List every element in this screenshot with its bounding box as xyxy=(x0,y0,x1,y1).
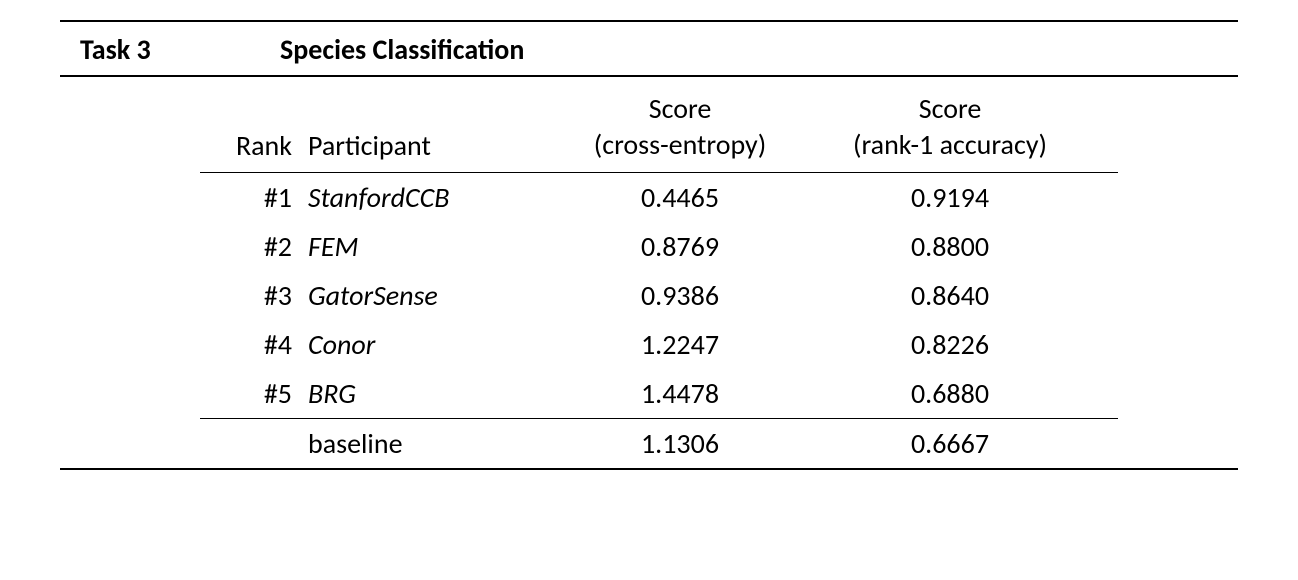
table-row: #4 Conor 1.2247 0.8226 xyxy=(200,320,1118,369)
rank-cell: #1 xyxy=(200,180,300,215)
rank-cell xyxy=(200,426,300,461)
cross-entropy-cell: 1.1306 xyxy=(550,426,810,461)
results-table: Task 3 Species Classification Rank Parti… xyxy=(60,20,1238,470)
header-score2-bottom: (rank-1 accuracy) xyxy=(853,127,1047,163)
header-score-cross-entropy: Score (cross-entropy) xyxy=(550,91,810,164)
rank-cell: #3 xyxy=(200,278,300,313)
participant-cell: Conor xyxy=(300,327,550,362)
participant-cell: GatorSense xyxy=(300,278,550,313)
header-score1-bottom: (cross-entropy) xyxy=(594,127,766,163)
baseline-row: baseline 1.1306 0.6667 xyxy=(200,418,1118,468)
rank1-accuracy-cell: 0.8640 xyxy=(810,278,1090,313)
participant-cell: StanfordCCB xyxy=(300,180,550,215)
rank1-accuracy-cell: 0.6880 xyxy=(810,376,1090,411)
rank1-accuracy-cell: 0.8226 xyxy=(810,327,1090,362)
cross-entropy-cell: 1.4478 xyxy=(550,376,810,411)
cross-entropy-cell: 0.8769 xyxy=(550,229,810,264)
header-rank: Rank xyxy=(200,91,300,163)
header-score-rank1-accuracy: Score (rank-1 accuracy) xyxy=(810,91,1090,164)
rank-cell: #5 xyxy=(200,376,300,411)
rank-cell: #4 xyxy=(200,327,300,362)
table-row: #1 StanfordCCB 0.4465 0.9194 xyxy=(200,173,1118,222)
participant-cell: baseline xyxy=(300,426,550,461)
table-row: #3 GatorSense 0.9386 0.8640 xyxy=(200,271,1118,320)
rank1-accuracy-cell: 0.8800 xyxy=(810,229,1090,264)
rank-cell: #2 xyxy=(200,229,300,264)
header-participant: Participant xyxy=(300,91,550,163)
task-label: Task 3 xyxy=(80,32,280,67)
title-row: Task 3 Species Classification xyxy=(60,22,1238,77)
header-score1-top: Score xyxy=(649,91,712,127)
rank1-accuracy-cell: 0.6667 xyxy=(810,426,1090,461)
cross-entropy-cell: 0.4465 xyxy=(550,180,810,215)
task-title: Species Classification xyxy=(280,32,524,67)
cross-entropy-cell: 0.9386 xyxy=(550,278,810,313)
participant-cell: BRG xyxy=(300,376,550,411)
rank1-accuracy-cell: 0.9194 xyxy=(810,180,1090,215)
header-row: Rank Participant Score (cross-entropy) S… xyxy=(200,77,1118,173)
cross-entropy-cell: 1.2247 xyxy=(550,327,810,362)
header-score2-top: Score xyxy=(919,91,982,127)
participant-cell: FEM xyxy=(300,229,550,264)
bottom-rule xyxy=(60,468,1238,470)
table-row: #2 FEM 0.8769 0.8800 xyxy=(200,222,1118,271)
table-row: #5 BRG 1.4478 0.6880 xyxy=(200,369,1118,418)
